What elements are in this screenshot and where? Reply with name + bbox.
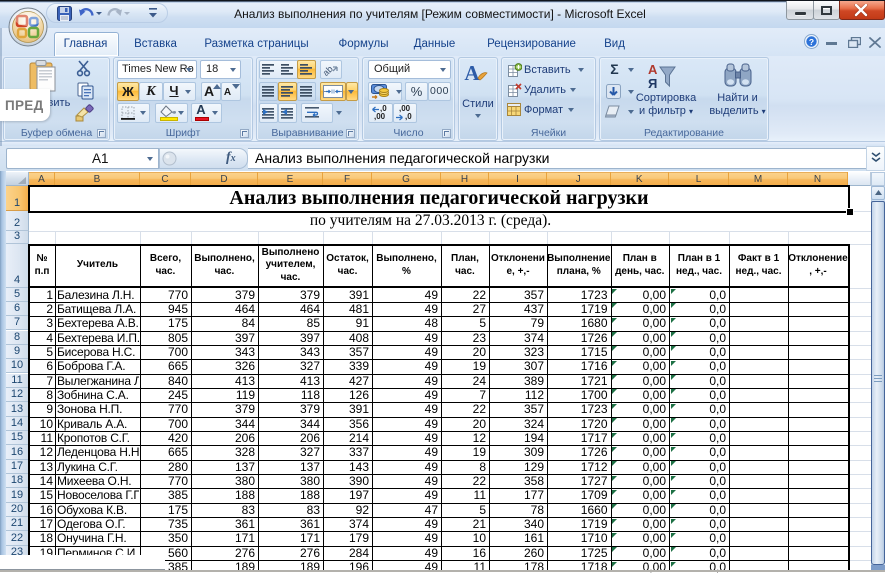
svg-text:?: ? — [809, 37, 814, 47]
svg-text:А: А — [464, 61, 480, 85]
svg-text:А: А — [648, 62, 658, 77]
svg-text:Я: Я — [648, 76, 657, 90]
